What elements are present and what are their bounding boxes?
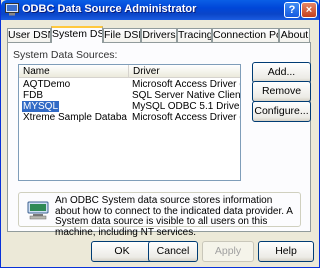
odbc-info-icon: [27, 201, 49, 220]
dsn-name: Xtreme Sample Database 2008: [23, 112, 127, 123]
odbc-admin-window: ODBC Data Source Administrator ? × User …: [0, 0, 320, 268]
apply-button[interactable]: Apply: [202, 241, 254, 262]
add-button[interactable]: Add...: [252, 62, 311, 83]
dsn-driver: SQL Server Native Client 10.0: [132, 90, 240, 101]
remove-button[interactable]: Remove: [252, 81, 311, 102]
tab-user-dsn[interactable]: User DSN: [7, 28, 51, 42]
data-source-list[interactable]: Name Driver AQTDemo Microsoft Access Dri…: [18, 64, 241, 181]
dsn-name: FDB: [23, 90, 43, 101]
odbc-app-icon: [5, 3, 19, 16]
dsn-driver: MySQL ODBC 5.1 Driver: [132, 101, 240, 112]
help-title-button[interactable]: ?: [284, 2, 300, 18]
cancel-button[interactable]: Cancel: [148, 241, 198, 262]
list-item[interactable]: AQTDemo Microsoft Access Driver (*.mdb): [19, 79, 240, 90]
list-item-selected[interactable]: MYSQL MySQL ODBC 5.1 Driver: [19, 101, 240, 112]
list-item[interactable]: Xtreme Sample Database 2008 Microsoft Ac…: [19, 112, 240, 123]
list-item[interactable]: FDB SQL Server Native Client 10.0: [19, 90, 240, 101]
close-button[interactable]: ×: [301, 2, 317, 18]
system-data-sources-label: System Data Sources:: [13, 49, 118, 61]
window-title: ODBC Data Source Administrator: [22, 3, 197, 15]
dsn-driver: Microsoft Access Driver (*.mdb): [132, 79, 240, 90]
dsn-driver: Microsoft Access Driver (*.mdb): [132, 112, 240, 123]
tab-file-dsn[interactable]: File DSN: [103, 28, 141, 42]
list-header: Name Driver: [19, 65, 240, 78]
help-button[interactable]: Help: [258, 241, 314, 262]
tab-system-dsn[interactable]: System DSN: [51, 26, 103, 43]
dsn-name: MYSQL: [22, 101, 61, 112]
tab-about[interactable]: About: [279, 28, 310, 42]
configure-button[interactable]: Configure...: [252, 101, 311, 122]
tab-drivers[interactable]: Drivers: [141, 28, 177, 42]
column-header-driver[interactable]: Driver: [129, 65, 240, 78]
tab-tracing[interactable]: Tracing: [177, 28, 212, 42]
title-bar[interactable]: ODBC Data Source Administrator ? ×: [1, 0, 319, 20]
column-header-name[interactable]: Name: [19, 65, 129, 78]
tab-connection-pooling[interactable]: Connection Pooling: [212, 28, 279, 42]
close-icon: ×: [305, 4, 313, 16]
info-description: An ODBC System data source stores inform…: [55, 195, 293, 238]
ok-button[interactable]: OK: [91, 241, 153, 262]
info-group-box: An ODBC System data source stores inform…: [18, 192, 301, 237]
dsn-name: AQTDemo: [23, 79, 71, 90]
question-icon: ?: [288, 4, 296, 16]
tab-strip: User DSN System DSN File DSN Drivers Tra…: [7, 26, 311, 43]
